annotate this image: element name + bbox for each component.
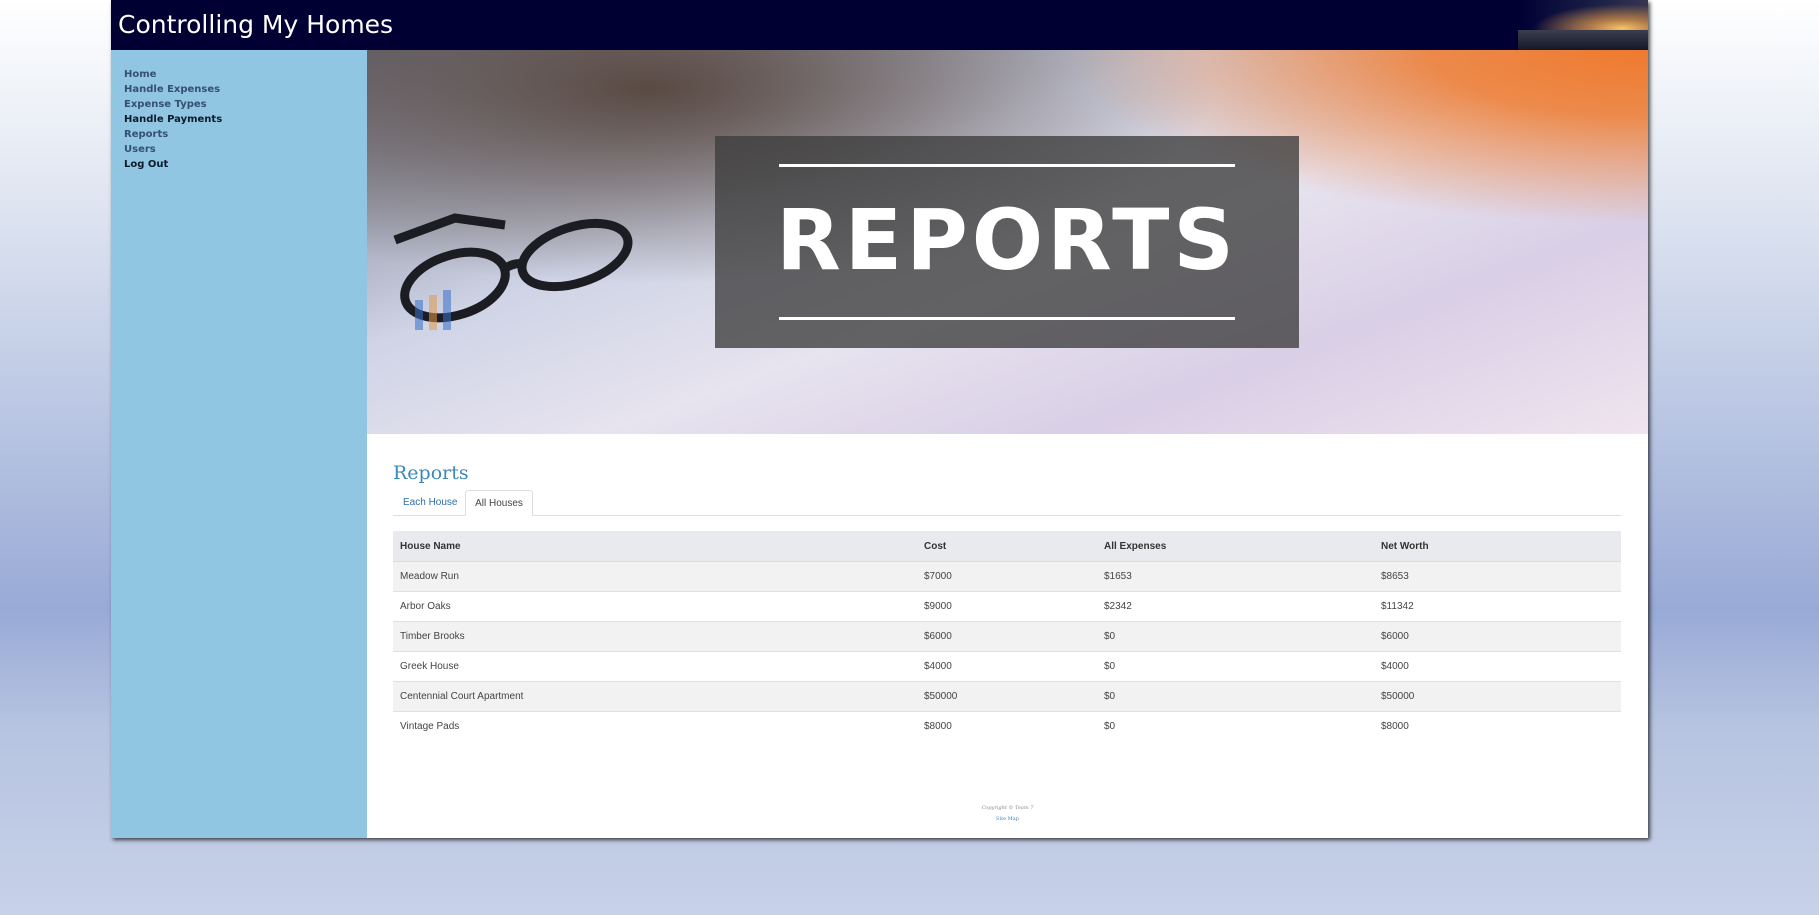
table-row: Greek House $4000 $0 $4000 bbox=[393, 651, 1621, 682]
cell-cost: $4000 bbox=[917, 651, 1097, 682]
sunset-sea bbox=[1518, 30, 1648, 50]
table-header-row: House Name Cost All Expenses Net Worth bbox=[393, 531, 1621, 562]
banner-rule-top bbox=[779, 164, 1235, 167]
tab-each-house[interactable]: Each House bbox=[403, 490, 457, 515]
column-header-cost: Cost bbox=[917, 531, 1097, 562]
cell-all-expenses: $0 bbox=[1097, 651, 1374, 682]
page-frame: Controlling My Homes Home Handle Expense… bbox=[111, 0, 1648, 838]
site-map-link[interactable]: Site Map bbox=[996, 816, 1019, 822]
glasses-illustration bbox=[393, 213, 633, 330]
cell-house-name: Meadow Run bbox=[393, 561, 917, 592]
banner-title: REPORTS bbox=[776, 191, 1238, 289]
cell-all-expenses: $0 bbox=[1097, 681, 1374, 712]
banner-overlay-box: REPORTS bbox=[715, 136, 1299, 348]
sidebar-nav: Home Handle Expenses Expense Types Handl… bbox=[111, 50, 367, 170]
cell-cost: $50000 bbox=[917, 681, 1097, 712]
sidebar-item-expense-types: Expense Types bbox=[124, 94, 367, 110]
page-title: Reports bbox=[393, 462, 469, 484]
main-content: Reports Each House All Houses House Name… bbox=[393, 460, 1621, 741]
cell-house-name: Arbor Oaks bbox=[393, 591, 917, 622]
cell-all-expenses: $1653 bbox=[1097, 561, 1374, 592]
sidebar-item-home: Home bbox=[124, 64, 367, 80]
cell-cost: $7000 bbox=[917, 561, 1097, 592]
cell-house-name: Centennial Court Apartment bbox=[393, 681, 917, 712]
column-header-house-name: House Name bbox=[393, 531, 917, 562]
nav-link-log-out[interactable]: Log Out bbox=[124, 159, 168, 170]
cell-net-worth: $8653 bbox=[1374, 561, 1621, 592]
table-row: Vintage Pads $8000 $0 $8000 bbox=[393, 711, 1621, 741]
sidebar-item-handle-payments: Handle Payments bbox=[124, 109, 367, 125]
table-row: Arbor Oaks $9000 $2342 $11342 bbox=[393, 591, 1621, 622]
table-row: Meadow Run $7000 $1653 $8653 bbox=[393, 561, 1621, 592]
sidebar-item-log-out: Log Out bbox=[124, 154, 367, 170]
sidebar-item-handle-expenses: Handle Expenses bbox=[124, 79, 367, 95]
report-tabs: Each House All Houses bbox=[393, 490, 1621, 516]
banner-rule-bottom bbox=[779, 317, 1235, 320]
column-header-all-expenses: All Expenses bbox=[1097, 531, 1374, 562]
cell-all-expenses: $0 bbox=[1097, 621, 1374, 652]
table-row: Timber Brooks $6000 $0 $6000 bbox=[393, 621, 1621, 652]
all-houses-table: House Name Cost All Expenses Net Worth M… bbox=[393, 531, 1621, 741]
cell-cost: $6000 bbox=[917, 621, 1097, 652]
cell-net-worth: $11342 bbox=[1374, 591, 1621, 622]
cell-all-expenses: $0 bbox=[1097, 711, 1374, 741]
sidebar: Home Handle Expenses Expense Types Handl… bbox=[111, 50, 367, 838]
table-row: Centennial Court Apartment $50000 $0 $50… bbox=[393, 681, 1621, 712]
cell-house-name: Vintage Pads bbox=[393, 711, 917, 741]
sunset-sky bbox=[1518, 0, 1648, 30]
cell-cost: $8000 bbox=[917, 711, 1097, 741]
tab-all-houses[interactable]: All Houses bbox=[465, 490, 533, 516]
header-sunset-image bbox=[1518, 0, 1648, 50]
copyright-text: Copyright © Team 7 bbox=[981, 805, 1034, 811]
reports-banner-image: REPORTS bbox=[367, 50, 1648, 434]
column-header-net-worth: Net Worth bbox=[1374, 531, 1621, 562]
page-footer: Copyright © Team 7 Site Map bbox=[367, 803, 1648, 825]
cell-net-worth: $8000 bbox=[1374, 711, 1621, 741]
cell-net-worth: $50000 bbox=[1374, 681, 1621, 712]
cell-house-name: Timber Brooks bbox=[393, 621, 917, 652]
cell-net-worth: $6000 bbox=[1374, 621, 1621, 652]
sidebar-item-users: Users bbox=[124, 139, 367, 155]
site-header: Controlling My Homes bbox=[111, 0, 1648, 50]
sidebar-item-reports: Reports bbox=[124, 124, 367, 140]
cell-net-worth: $4000 bbox=[1374, 651, 1621, 682]
cell-cost: $9000 bbox=[917, 591, 1097, 622]
site-title: Controlling My Homes bbox=[118, 10, 394, 39]
cell-house-name: Greek House bbox=[393, 651, 917, 682]
cell-all-expenses: $2342 bbox=[1097, 591, 1374, 622]
